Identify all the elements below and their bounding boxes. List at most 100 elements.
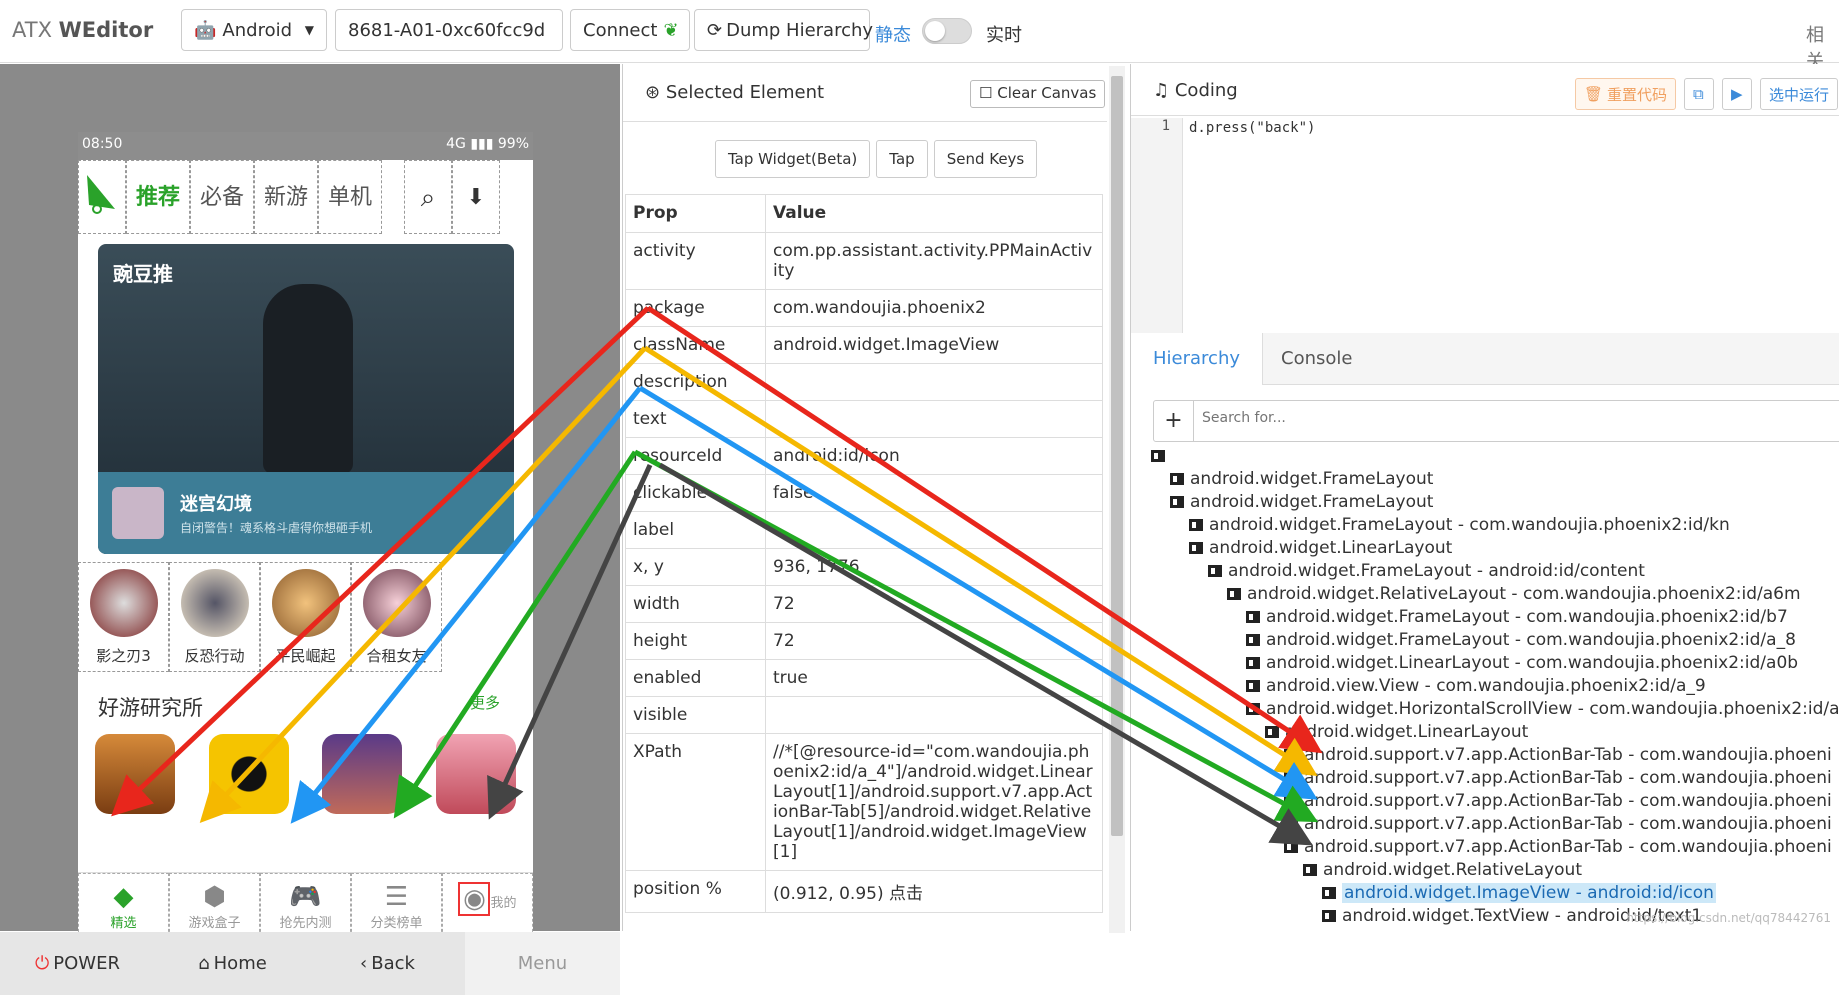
run-selected-button[interactable]: 选中运行 [1760, 78, 1839, 110]
tab-single[interactable]: 单机 [318, 160, 382, 234]
hierarchy-search-input[interactable] [1202, 410, 1802, 426]
game-item[interactable]: 影之刃3 [78, 562, 169, 672]
tree-node[interactable]: android.support.v7.app.ActionBar-Tab - c… [1284, 814, 1832, 836]
tree-node[interactable]: android.widget.LinearLayout [1189, 538, 1452, 560]
app-icon[interactable] [208, 734, 289, 814]
tree-node[interactable]: android.widget.FrameLayout - com.wandouj… [1246, 607, 1788, 629]
static-mode-label: 静态 [875, 25, 911, 46]
app-icon[interactable] [436, 734, 517, 814]
tab-console[interactable]: Console [1259, 333, 1374, 385]
platform-select[interactable]: 🤖 Android ▼ [181, 9, 327, 51]
connect-button[interactable]: Connect ❦ [570, 9, 690, 51]
line-number: 1 [1131, 118, 1183, 333]
game-item[interactable]: 合租女友 [351, 562, 442, 672]
tree-node[interactable]: android.widget.ImageView - android:id/ic… [1322, 883, 1716, 905]
tree-node-label: android.view.View - com.wandoujia.phoeni… [1266, 676, 1706, 696]
property-key: activity [625, 232, 766, 290]
mode-toggle[interactable] [922, 18, 972, 44]
property-key: XPath [625, 733, 766, 871]
tap-widget-button[interactable]: Tap Widget(Beta) [715, 140, 871, 178]
search-icon[interactable]: ⌕ [404, 160, 452, 234]
property-value[interactable] [765, 696, 1103, 734]
property-value[interactable]: false [765, 474, 1103, 512]
inspector-header: ⊛ Selected Element ☐ Clear Canvas [623, 64, 1107, 122]
play-icon[interactable]: ▶ [1722, 78, 1752, 110]
property-key: x, y [625, 548, 766, 586]
game-item[interactable]: 平民崛起 [260, 562, 351, 672]
property-value[interactable]: com.wandoujia.phoenix2 [765, 289, 1103, 327]
property-row: x, y 936, 1776 [625, 548, 1103, 586]
property-value[interactable]: 72 [765, 622, 1103, 660]
property-value[interactable]: true [765, 659, 1103, 697]
dump-hierarchy-button[interactable]: ⟳ Dump Hierarchy [694, 9, 873, 51]
tree-node[interactable]: android.widget.RelativeLayout [1303, 860, 1582, 882]
tab-hierarchy[interactable]: Hierarchy [1131, 333, 1264, 385]
tree-node[interactable]: android.widget.RelativeLayout - com.wand… [1227, 584, 1801, 606]
property-value[interactable]: com.pp.assistant.activity.PPMainActivity [765, 232, 1103, 290]
property-value[interactable]: android:id/icon [765, 437, 1103, 475]
tree-node[interactable]: android.widget.FrameLayout - com.wandouj… [1246, 630, 1796, 652]
code-line[interactable]: d.press("back") [1189, 120, 1315, 136]
device-id-input[interactable]: 8681-A01-0xc60fcc9d [335, 9, 563, 51]
tree-node[interactable]: android.widget.LinearLayout [1265, 722, 1528, 744]
device-controls: ⏻ POWER ⌂ Home ‹ Back Menu [0, 932, 620, 995]
menu-button[interactable]: Menu [465, 932, 620, 995]
tree-node[interactable]: android.widget.LinearLayout - com.wandou… [1246, 653, 1798, 675]
app-icon[interactable] [94, 734, 175, 814]
expand-all-icon[interactable]: + [1154, 401, 1194, 441]
property-value[interactable] [765, 511, 1103, 549]
scroll-thumb[interactable] [1111, 76, 1123, 836]
tab-recommend[interactable]: 推荐 [126, 160, 190, 234]
app-tab-row: 推荐 必备 新游 单机 ⌕ ⬇ [78, 160, 533, 234]
tree-node[interactable]: android.widget.HorizontalScrollView - co… [1246, 699, 1839, 721]
tree-node[interactable]: android.support.v7.app.ActionBar-Tab - c… [1284, 791, 1832, 813]
send-keys-button[interactable]: Send Keys [933, 140, 1038, 178]
power-button[interactable]: ⏻ POWER [0, 932, 155, 995]
node-icon [1246, 634, 1260, 646]
property-row: enabled true [625, 659, 1103, 697]
tree-node[interactable]: android.widget.FrameLayout - com.wandouj… [1189, 515, 1730, 537]
reset-code-button[interactable]: 🗑 重置代码 [1575, 78, 1677, 110]
featured-banner[interactable]: 豌豆推 迷宫幻境 自闭警告！魂系格斗虐得你想砸手机 [98, 244, 514, 554]
clear-canvas-button[interactable]: ☐ Clear Canvas [970, 80, 1106, 108]
property-value[interactable]: 72 [765, 585, 1103, 623]
tree-node[interactable]: android.widget.FrameLayout [1170, 492, 1433, 514]
code-editor[interactable]: 1 d.press("back") [1131, 118, 1839, 333]
property-key: height [625, 622, 766, 660]
more-link[interactable]: 更多 [470, 692, 500, 713]
inspector-scrollbar[interactable] [1109, 66, 1125, 933]
property-value[interactable] [765, 363, 1103, 401]
node-icon [1208, 565, 1222, 577]
property-row: position % (0.912, 0.95) 点击 [625, 870, 1103, 913]
tree-node[interactable]: android.view.View - com.wandoujia.phoeni… [1246, 676, 1706, 698]
property-value[interactable]: 936, 1776 [765, 548, 1103, 586]
node-icon [1265, 726, 1279, 738]
property-value[interactable]: //*[@resource-id="com.wandoujia.phoenix2… [765, 733, 1103, 871]
tree-node[interactable]: android.support.v7.app.ActionBar-Tab - c… [1284, 745, 1832, 767]
property-key: description [625, 363, 766, 401]
property-value[interactable] [765, 400, 1103, 438]
tree-node[interactable] [1151, 446, 1171, 468]
tree-node[interactable]: android.support.v7.app.ActionBar-Tab - c… [1284, 768, 1832, 790]
tree-node[interactable]: android.support.v7.app.ActionBar-Tab - c… [1284, 837, 1832, 859]
tab-new[interactable]: 新游 [254, 160, 318, 234]
back-button[interactable]: ‹ Back [310, 932, 465, 995]
tree-node[interactable]: android.widget.FrameLayout - android:id/… [1208, 561, 1645, 583]
home-button[interactable]: ⌂ Home [155, 932, 310, 995]
tap-button[interactable]: Tap [876, 140, 928, 178]
tab-essential[interactable]: 必备 [190, 160, 254, 234]
game-item[interactable]: 反恐行动 [169, 562, 260, 672]
game-avatar [180, 569, 249, 637]
property-row: activity com.pp.assistant.activity.PPMain… [625, 232, 1103, 290]
app-icon[interactable] [322, 734, 403, 814]
watermark: https://blog.csdn.net/qq78442761 [1626, 911, 1831, 925]
crosshair-icon: ⊛ [645, 82, 666, 103]
phone-screen[interactable]: 08:50 4G ▮▮▮ 99% 推荐 必备 新游 单机 ⌕ ⬇ 豌豆推 迷宫幻… [78, 132, 533, 942]
tree-node[interactable]: android.widget.FrameLayout [1170, 469, 1433, 491]
property-value[interactable]: (0.912, 0.95) 点击 [765, 870, 1103, 913]
property-row: className android.widget.ImageView [625, 326, 1103, 364]
copy-icon[interactable]: ⧉ [1684, 78, 1714, 110]
property-value[interactable]: android.widget.ImageView [765, 326, 1103, 364]
download-icon[interactable]: ⬇ [452, 160, 500, 234]
app-logo-icon [78, 160, 126, 234]
